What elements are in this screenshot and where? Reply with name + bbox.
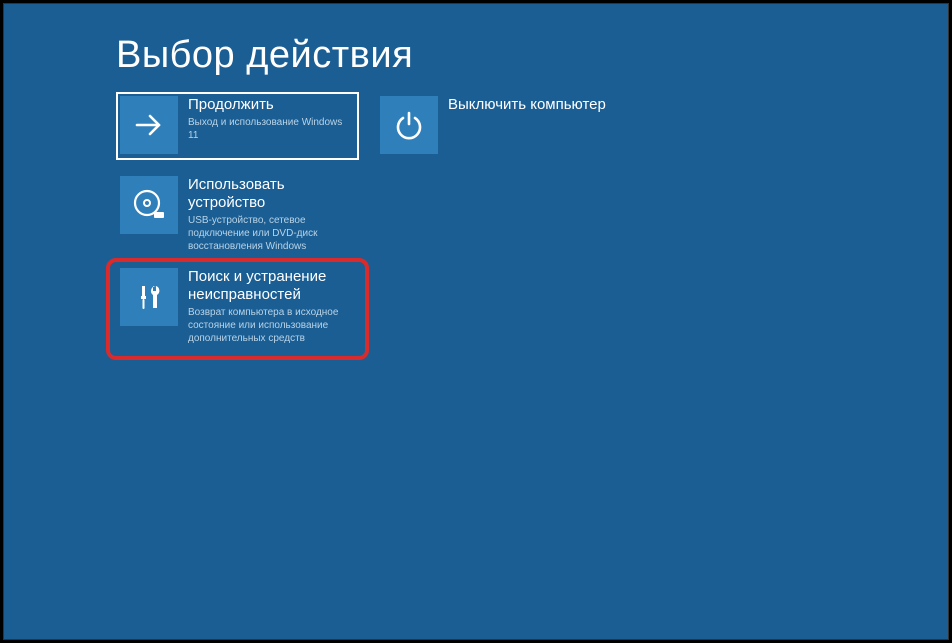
winre-screen: Выбор действия Продолжить Выход и исполь… (3, 3, 949, 640)
power-icon (380, 96, 438, 154)
troubleshoot-title: Поиск и устранение неисправностей (188, 268, 353, 304)
disc-icon (120, 176, 178, 234)
shutdown-title: Выключить компьютер (448, 96, 613, 114)
arrow-right-icon (120, 96, 178, 154)
troubleshoot-tile[interactable]: Поиск и устранение неисправностей Возвра… (116, 264, 359, 352)
troubleshoot-desc: Возврат компьютера в исходное состояние … (188, 306, 353, 345)
tools-icon (120, 268, 178, 326)
continue-desc: Выход и использование Windows 11 (188, 116, 353, 142)
use-device-title: Использовать устройство (188, 176, 353, 212)
page-title: Выбор действия (116, 34, 413, 77)
shutdown-tile[interactable]: Выключить компьютер (376, 92, 619, 160)
continue-title: Продолжить (188, 96, 353, 114)
continue-tile[interactable]: Продолжить Выход и использование Windows… (116, 92, 359, 160)
use-device-desc: USB-устройство, сетевое подключение или … (188, 214, 353, 253)
use-device-tile[interactable]: Использовать устройство USB-устройство, … (116, 172, 359, 252)
